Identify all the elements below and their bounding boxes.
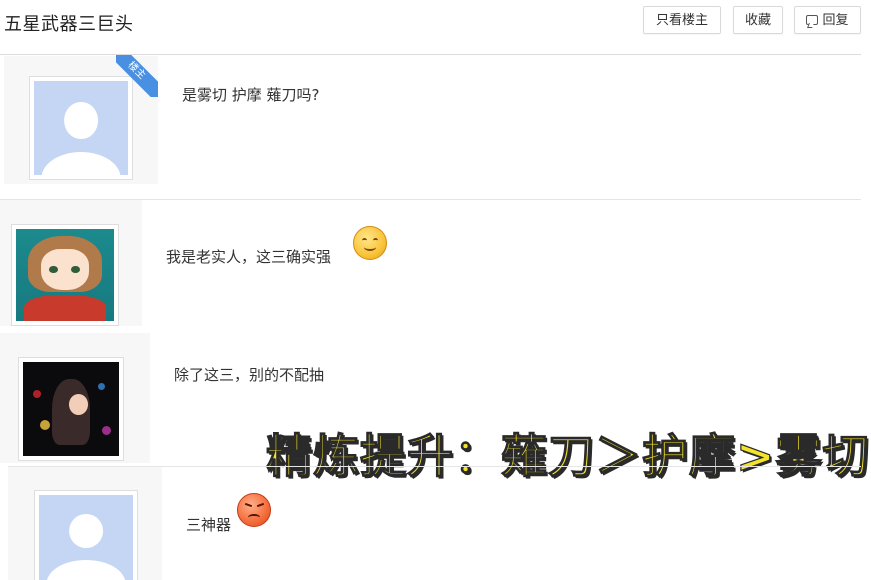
favorite-button[interactable]: 收藏 [733,6,783,34]
reply-icon [806,15,819,25]
reply-button[interactable]: 回复 [794,6,861,34]
author-avatar[interactable] [18,357,124,461]
reply-label: 回复 [822,13,849,28]
author-avatar[interactable] [11,224,119,326]
post-content: 是雾切 护摩 薙刀吗? [182,86,320,104]
post-content: 三神器 [186,516,232,534]
thread-page: 五星武器三巨头 只看楼主 收藏 回复 楼主 是雾切 护摩 薙刀吗? 我是老实人，… [0,0,871,580]
thread-title: 五星武器三巨头 [4,14,134,35]
dark-character-avatar-icon [23,362,119,456]
post-content: 我是老实人，这三确实强 [166,248,332,266]
author-avatar[interactable] [34,490,138,580]
post-content: 除了这三，别的不配抽 [174,366,325,384]
default-avatar-icon [39,495,133,580]
smile-emoji-icon [353,226,387,260]
default-avatar-icon [34,81,128,175]
anime-girl-avatar-icon [16,229,114,321]
overlay-caption: 精炼提升：薙刀＞护摩>雾切 [265,428,870,483]
op-badge-label: 楼主 [116,55,158,97]
op-badge: 楼主 [116,55,158,97]
only-op-button[interactable]: 只看楼主 [643,6,721,34]
angry-emoji-icon [237,493,271,527]
